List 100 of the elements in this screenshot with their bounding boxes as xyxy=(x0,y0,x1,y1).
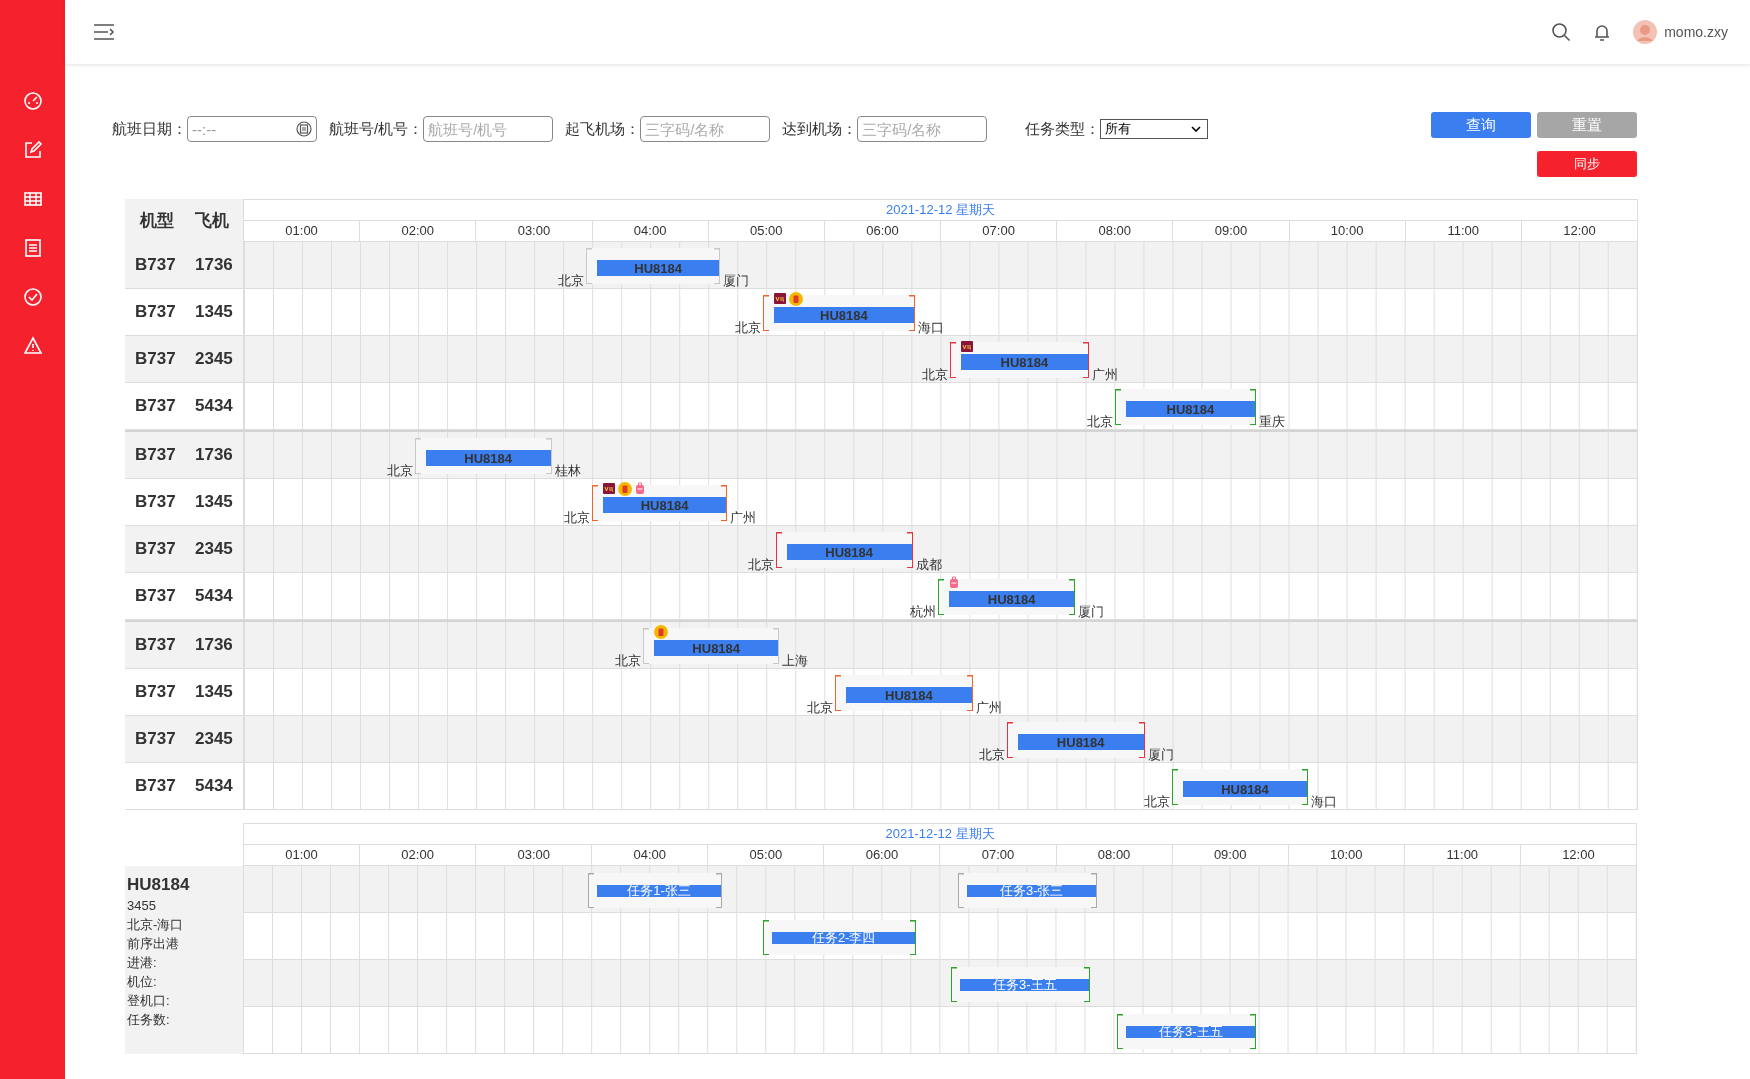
flight-bar[interactable]: HU8184 xyxy=(654,640,779,656)
hour-label: 07:00 xyxy=(939,845,1056,865)
task-bar-frame[interactable]: 任务1-张三 xyxy=(587,873,723,908)
flight-bar[interactable]: HU8184 xyxy=(1125,401,1256,417)
flight-bar-frame[interactable]: HU8184 xyxy=(414,438,552,474)
hour-label: 03:00 xyxy=(475,221,592,241)
hour-label: 10:00 xyxy=(1288,221,1405,241)
input-field[interactable]: 航班号/机号 xyxy=(423,116,554,142)
search-icon[interactable] xyxy=(1551,22,1572,42)
flight-bar[interactable]: HU8184 xyxy=(1182,781,1308,797)
action-button[interactable]: 同步 xyxy=(1537,151,1637,177)
flight-bar[interactable]: HU8184 xyxy=(425,450,551,466)
calendar-icon[interactable] xyxy=(296,121,312,137)
flight-bar-frame[interactable]: HU8184 xyxy=(586,248,720,284)
task-bar[interactable]: 任务3-张三 xyxy=(967,884,1097,897)
flight-bar[interactable]: HU8184 xyxy=(597,260,719,276)
input-field[interactable]: 三字码/名称 xyxy=(640,116,771,142)
luggage-icon xyxy=(635,482,646,495)
task-bar[interactable]: 任务3-王五 xyxy=(960,978,1090,991)
hour-label: 09:00 xyxy=(1171,845,1288,865)
hour-label: 05:00 xyxy=(707,221,824,241)
filter-label: 任务类型： xyxy=(1025,119,1101,139)
info-label: 任务数: xyxy=(127,1011,171,1029)
flight-bar-frame[interactable]: HU8184 xyxy=(643,628,780,664)
table-icon[interactable] xyxy=(22,189,43,209)
origin-label: 北京 xyxy=(564,509,591,527)
speedometer-icon[interactable] xyxy=(22,91,43,111)
hour-label: 12:00 xyxy=(1520,221,1638,241)
aircraft-type: B737 xyxy=(135,492,177,512)
badge-icon xyxy=(960,341,973,352)
destination-label: 上海 xyxy=(782,652,809,670)
flight-bar-frame[interactable]: HU8184 xyxy=(775,532,913,568)
aircraft-number: 1345 xyxy=(195,492,233,512)
flight-bar-frame[interactable]: HU8184 xyxy=(592,485,727,521)
avatar-icon[interactable] xyxy=(1633,20,1658,44)
aircraft-type: B737 xyxy=(135,349,177,369)
filter-label: 航班日期： xyxy=(112,119,187,139)
info-label: 机位: xyxy=(127,973,158,991)
hour-label: 11:00 xyxy=(1404,221,1521,241)
info-label: 进港: xyxy=(127,954,158,972)
column-header: 飞机 xyxy=(194,210,229,232)
check-circle-icon[interactable] xyxy=(22,287,43,307)
task-bar-frame[interactable]: 任务3-王五 xyxy=(1117,1014,1257,1049)
hour-label: 01:00 xyxy=(284,222,319,240)
date-header: 2021-12-12 星期天 xyxy=(885,201,996,219)
hour-label: 06:00 xyxy=(823,221,941,241)
destination-label: 海口 xyxy=(917,319,944,337)
destination-label: 桂林 xyxy=(554,462,581,480)
warning-icon[interactable] xyxy=(22,336,43,356)
flight-bar-frame[interactable]: HU8184 xyxy=(949,342,1090,378)
flight-bar-frame[interactable]: HU8184 xyxy=(1171,769,1309,805)
task-bar-frame[interactable]: 任务3-张三 xyxy=(958,873,1098,908)
suitcase-icon xyxy=(654,624,669,639)
select-field[interactable]: 所有 xyxy=(1100,119,1209,139)
hour-label: 05:00 xyxy=(707,845,824,865)
task-bar[interactable]: 任务2-李四 xyxy=(772,931,916,944)
flight-bar[interactable]: HU8184 xyxy=(949,591,1075,607)
flight-bar[interactable]: HU8184 xyxy=(1017,734,1144,750)
action-button[interactable]: 重置 xyxy=(1537,112,1637,138)
suitcase-icon xyxy=(618,481,633,496)
hour-label: 03:00 xyxy=(475,845,592,865)
task-bar[interactable]: 任务1-张三 xyxy=(596,884,722,897)
user-name[interactable]: momo.zxy xyxy=(1664,24,1728,40)
menu-icon[interactable] xyxy=(93,23,115,41)
aircraft-number: 1345 xyxy=(195,302,233,322)
task-bar[interactable]: 任务3-王五 xyxy=(1126,1025,1256,1038)
hour-label: 11:00 xyxy=(1403,845,1520,865)
hour-label: 10:00 xyxy=(1287,845,1404,865)
origin-label: 北京 xyxy=(747,556,774,574)
edit-icon[interactable] xyxy=(22,140,43,160)
flight-bar[interactable]: HU8184 xyxy=(773,307,914,323)
flight-bar-frame[interactable]: HU8184 xyxy=(834,675,973,711)
aircraft-number: 2345 xyxy=(195,349,233,369)
flight-bar[interactable]: HU8184 xyxy=(786,544,912,560)
origin-label: 北京 xyxy=(978,746,1005,764)
flight-bar-frame[interactable]: HU8184 xyxy=(1006,722,1145,758)
origin-label: 北京 xyxy=(1143,793,1170,811)
origin-label: 北京 xyxy=(921,366,948,384)
info-label: 前序出港 xyxy=(127,935,180,953)
flight-bar[interactable]: HU8184 xyxy=(845,687,972,703)
column-header: 机型 xyxy=(139,210,174,232)
input-field[interactable]: 三字码/名称 xyxy=(857,116,988,142)
destination-label: 海口 xyxy=(1311,793,1338,811)
hour-label: 07:00 xyxy=(940,221,1057,241)
info-label: 登机口: xyxy=(127,992,171,1010)
flight-bar[interactable]: HU8184 xyxy=(960,354,1089,370)
flight-bar-frame[interactable]: HU8184 xyxy=(1114,389,1257,425)
action-button[interactable]: 查询 xyxy=(1431,112,1531,138)
list-icon[interactable] xyxy=(22,238,43,258)
flight-bar[interactable]: HU8184 xyxy=(603,497,726,513)
flight-bar-frame[interactable]: HU8184 xyxy=(762,295,915,331)
destination-label: 广州 xyxy=(1092,366,1119,384)
task-bar-frame[interactable]: 任务2-李四 xyxy=(763,920,917,955)
suitcase-icon xyxy=(788,291,803,306)
flight-bar-frame[interactable]: HU8184 xyxy=(938,579,1076,615)
date-field[interactable]: --:-- xyxy=(187,116,317,142)
aircraft-type: B737 xyxy=(135,682,177,702)
filter-label: 航班号/机号： xyxy=(329,119,424,139)
flight-number: HU8184 xyxy=(127,874,191,896)
task-bar-frame[interactable]: 任务3-王五 xyxy=(951,967,1091,1002)
